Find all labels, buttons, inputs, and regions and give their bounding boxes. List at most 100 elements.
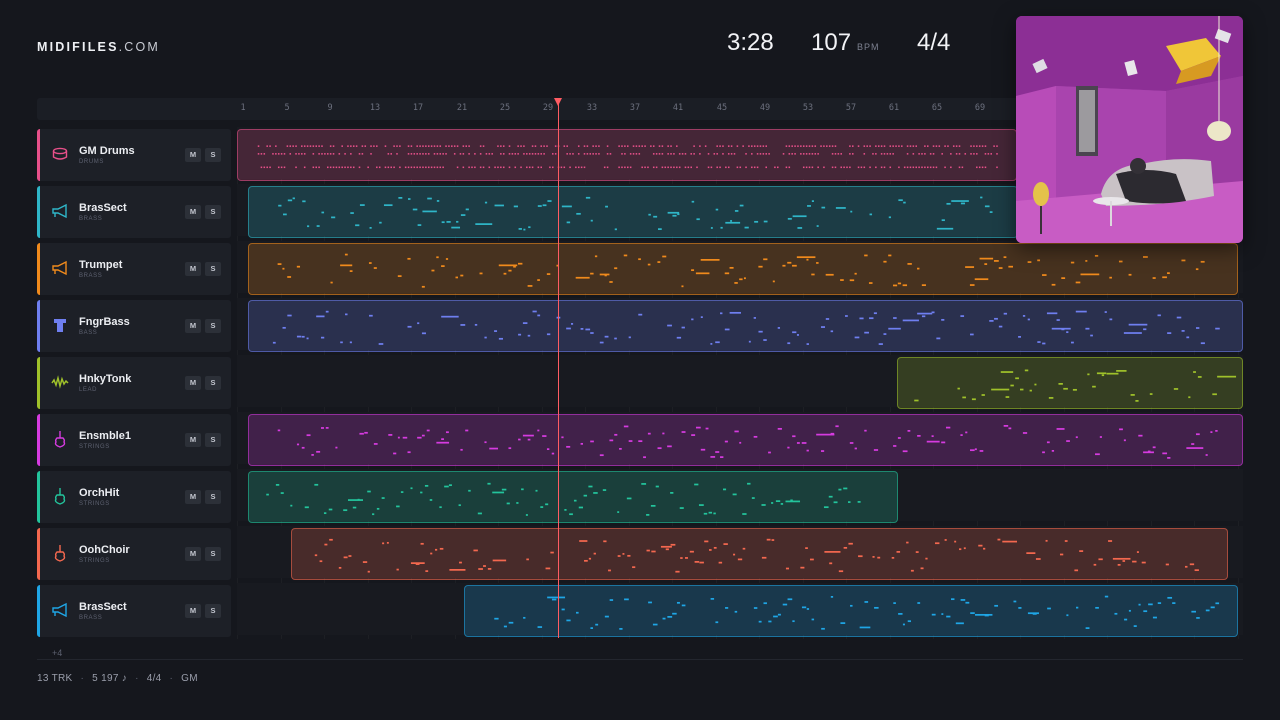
midi-note	[404, 166, 407, 169]
midi-note	[449, 569, 466, 571]
track-header[interactable]: Trumpet BRASS M S	[37, 243, 231, 295]
midi-note	[715, 208, 719, 211]
midi-clip[interactable]	[291, 528, 1228, 580]
midi-note	[473, 549, 478, 552]
midi-clip[interactable]	[897, 357, 1243, 409]
mute-button[interactable]: M	[185, 604, 201, 618]
midi-note	[315, 145, 317, 147]
midi-note	[840, 622, 846, 624]
midi-note	[257, 145, 260, 147]
solo-button[interactable]: S	[205, 490, 221, 504]
solo-button[interactable]: S	[205, 376, 221, 390]
midi-note	[924, 145, 926, 147]
midi-note	[917, 312, 933, 315]
midi-note	[936, 227, 954, 230]
midi-note	[854, 447, 857, 450]
midi-note	[624, 166, 626, 169]
midi-note	[792, 331, 797, 334]
mute-button[interactable]: M	[185, 433, 201, 447]
midi-note	[848, 501, 851, 503]
midi-note	[277, 429, 281, 432]
midi-clip[interactable]	[464, 585, 1238, 637]
midi-note	[920, 567, 924, 570]
solo-button[interactable]: S	[205, 205, 221, 219]
midi-note	[838, 488, 842, 491]
midi-note	[965, 601, 970, 604]
track-header[interactable]: GM Drums DRUMS M S	[37, 129, 231, 181]
track-header[interactable]: FngrBass BASS M S	[37, 300, 231, 352]
midi-clip[interactable]	[248, 471, 898, 523]
mute-button[interactable]: M	[185, 148, 201, 162]
midi-clip[interactable]	[248, 300, 1243, 352]
midi-note	[1000, 371, 1014, 373]
midi-note	[690, 166, 692, 169]
midi-note	[883, 333, 887, 335]
midi-note	[382, 542, 385, 545]
mute-button[interactable]: M	[185, 547, 201, 561]
midi-note	[402, 436, 408, 439]
midi-note	[825, 273, 834, 276]
track-header[interactable]: BrasSect BRASS M S	[37, 585, 231, 637]
midi-note	[998, 267, 1003, 269]
track-header[interactable]: BrasSect BRASS M S	[37, 186, 231, 238]
midi-note	[655, 166, 658, 169]
midi-note	[1128, 273, 1132, 276]
midi-clip[interactable]	[248, 414, 1243, 466]
midi-note	[1181, 259, 1186, 262]
track-name: BrasSect	[79, 202, 127, 214]
midi-note	[833, 501, 838, 504]
track-header[interactable]: Ensmble1 STRINGS M S	[37, 414, 231, 466]
midi-note	[430, 552, 433, 555]
mute-button[interactable]: M	[185, 262, 201, 276]
solo-button[interactable]: S	[205, 433, 221, 447]
solo-button[interactable]: S	[205, 547, 221, 561]
solo-button[interactable]: S	[205, 262, 221, 276]
solo-button[interactable]: S	[205, 319, 221, 333]
midi-note	[525, 514, 528, 516]
track-header[interactable]: HnkyTonk LEAD M S	[37, 357, 231, 409]
mute-button[interactable]: M	[185, 490, 201, 504]
midi-note	[719, 145, 721, 147]
midi-clip[interactable]	[248, 243, 1238, 295]
solo-button[interactable]: S	[205, 148, 221, 162]
midi-note	[670, 166, 672, 169]
midi-note	[494, 330, 498, 332]
brand-logo[interactable]: MIDIFILES.COM	[37, 40, 160, 54]
midi-note	[664, 166, 667, 169]
midi-note	[364, 431, 368, 434]
midi-note	[802, 153, 805, 155]
midi-note	[1064, 540, 1068, 542]
midi-note	[488, 153, 491, 155]
more-tracks-indicator[interactable]: +4	[52, 648, 62, 658]
midi-note	[739, 204, 744, 207]
midi-note	[277, 263, 282, 265]
midi-note	[624, 145, 626, 147]
note-pattern	[257, 145, 998, 169]
midi-note	[586, 145, 589, 147]
midi-note	[792, 620, 795, 623]
track-header[interactable]: OrchHit STRINGS M S	[37, 471, 231, 523]
time-display: 3:28	[727, 29, 774, 56]
solo-button[interactable]: S	[205, 604, 221, 618]
midi-note	[834, 166, 837, 169]
midi-note	[970, 145, 972, 147]
midi-note	[820, 326, 826, 328]
midi-note	[901, 145, 903, 147]
midi-note	[1186, 336, 1190, 339]
midi-clip[interactable]	[237, 129, 1017, 181]
mute-button[interactable]: M	[185, 376, 201, 390]
midi-note	[456, 145, 459, 147]
midi-note	[566, 619, 571, 622]
midi-note	[537, 205, 542, 207]
note-pattern	[277, 253, 1205, 288]
midi-clip[interactable]	[248, 186, 1018, 238]
mute-button[interactable]: M	[185, 319, 201, 333]
midi-note	[1047, 607, 1051, 610]
midi-note	[1020, 388, 1024, 391]
track-header[interactable]: OohChoir STRINGS M S	[37, 528, 231, 580]
midi-note	[593, 552, 596, 555]
midi-note	[906, 166, 909, 169]
midi-note	[439, 153, 442, 155]
playhead[interactable]	[558, 100, 559, 638]
mute-button[interactable]: M	[185, 205, 201, 219]
